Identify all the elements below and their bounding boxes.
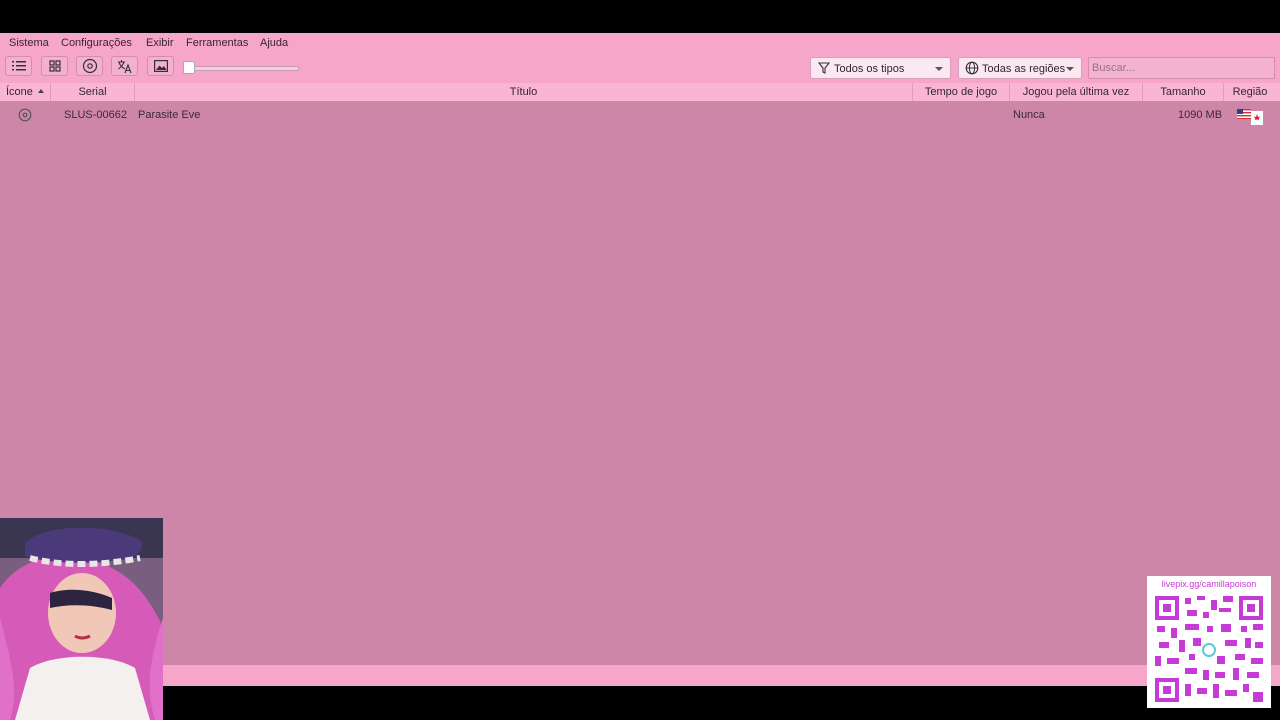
translate-icon — [118, 59, 132, 73]
column-header-serial[interactable]: Serial — [51, 83, 135, 101]
menu-sistema[interactable]: Sistema — [9, 37, 49, 49]
column-header-icon[interactable]: Ícone — [0, 83, 51, 101]
stream-top-border — [0, 0, 1280, 33]
region-filter-value: Todas as regiões — [982, 63, 1066, 75]
cover-view-button[interactable] — [147, 56, 174, 76]
grid-view-button[interactable] — [41, 56, 68, 76]
disc-icon — [18, 108, 32, 122]
zoom-slider-handle[interactable] — [183, 61, 195, 74]
region-filter-dropdown[interactable]: Todas as regiões — [958, 57, 1082, 79]
game-last-played: Nunca — [1013, 109, 1045, 121]
column-header-size[interactable]: Tamanho — [1143, 83, 1224, 101]
column-header-title[interactable]: Título — [135, 83, 913, 101]
column-header-playtime[interactable]: Tempo de jogo — [913, 83, 1010, 101]
sort-ascending-icon — [37, 89, 44, 93]
disc-icon — [82, 58, 97, 74]
game-size: 1090 MB — [1178, 109, 1223, 121]
qr-url: livepix.gg/camillapoison — [1161, 579, 1257, 589]
column-header-region[interactable]: Região — [1224, 83, 1276, 101]
grid-icon — [48, 60, 61, 72]
region-flags-icon — [1237, 109, 1263, 125]
game-title: Parasite Eve — [138, 109, 201, 121]
qr-code-icon — [1155, 596, 1263, 702]
menu-ajuda[interactable]: Ajuda — [260, 37, 288, 49]
menu-ferramentas[interactable]: Ferramentas — [186, 37, 248, 49]
chevron-down-icon — [1066, 67, 1074, 71]
streamer-avatar — [0, 518, 163, 720]
menu-bar: Sistema Configurações Exibir Ferramentas… — [0, 33, 1280, 53]
image-icon — [153, 60, 168, 72]
table-header: Ícone Serial Título Tempo de jogo Jogou … — [0, 83, 1280, 102]
stream-bottom-border — [0, 686, 1280, 720]
search-input[interactable] — [1088, 57, 1275, 79]
zoom-slider-track[interactable] — [187, 66, 299, 71]
column-header-last-played[interactable]: Jogou pela última vez — [1010, 83, 1143, 101]
column-header-icon-label: Ícone — [6, 86, 33, 98]
type-filter-dropdown[interactable]: Todos os tipos — [810, 57, 951, 79]
menu-configuracoes[interactable]: Configurações — [61, 37, 132, 49]
table-row[interactable]: SLUS-00662 Parasite Eve Nunca 1090 MB — [0, 104, 1280, 126]
toolbar: Todos os tipos Todas as regiões — [0, 53, 1280, 83]
webcam-overlay — [0, 518, 163, 720]
filter-icon — [817, 62, 831, 74]
menu-exibir[interactable]: Exibir — [146, 37, 174, 49]
list-view-button[interactable] — [5, 56, 32, 76]
canada-flag-icon — [1251, 111, 1263, 125]
game-serial: SLUS-00662 — [64, 109, 127, 121]
translate-button[interactable] — [111, 56, 138, 76]
disc-button[interactable] — [76, 56, 103, 76]
status-bar — [0, 665, 1280, 686]
game-list-window: Sistema Configurações Exibir Ferramentas… — [0, 33, 1280, 686]
globe-icon — [965, 61, 979, 75]
donation-qr-overlay: livepix.gg/camillapoison — [1147, 576, 1271, 708]
us-flag-icon — [1237, 109, 1251, 119]
chevron-down-icon — [935, 67, 943, 71]
list-icon — [11, 61, 26, 71]
type-filter-value: Todos os tipos — [834, 63, 905, 75]
